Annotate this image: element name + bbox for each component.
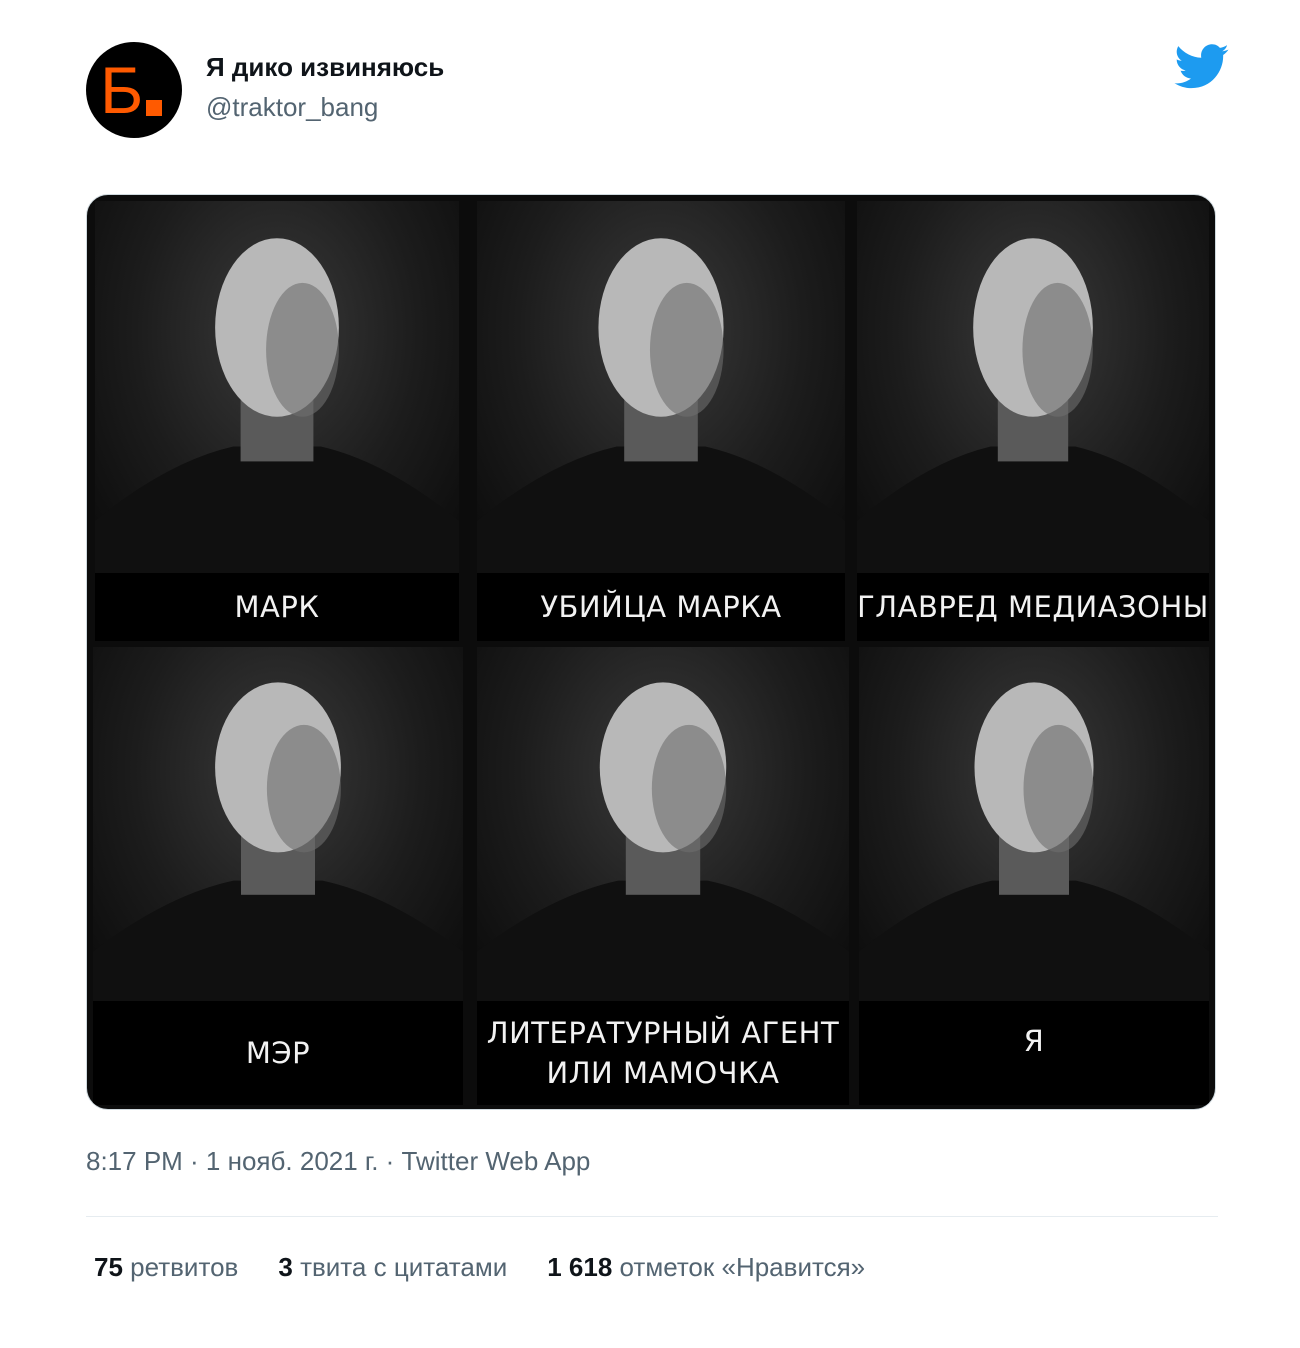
portrait-silhouette: [95, 238, 459, 573]
image-panel-6: Я: [859, 647, 1209, 1105]
tweet-timestamp-source[interactable]: 8:17 PM · 1 нояб. 2021 г. · Twitter Web …: [86, 1146, 590, 1177]
retweets-label: ретвитов: [130, 1252, 239, 1282]
image-panel-5: ЛИТЕРАТУРНЫЙ АГЕНТ ИЛИ МАМОЧКА: [477, 647, 849, 1105]
divider: [86, 1216, 1218, 1217]
panel-caption: ГЛАВРЕД МЕДИАЗОНЫ: [857, 590, 1209, 624]
panel-caption: МЭР: [245, 1036, 311, 1070]
twitter-bird-icon[interactable]: [1174, 44, 1230, 90]
panel-caption: Я: [1023, 1024, 1045, 1058]
image-panel-4: МЭР: [93, 647, 463, 1105]
portrait-silhouette: [477, 238, 845, 573]
portrait-photo: [477, 647, 849, 1001]
likes-stat[interactable]: 1 618 отметок «Нравится»: [547, 1252, 865, 1283]
image-panel-1: МАРК: [95, 201, 459, 641]
portrait-photo: [857, 201, 1209, 573]
tweet-stats: 75 ретвитов 3 твита с цитатами 1 618 отм…: [94, 1252, 865, 1283]
image-panel-3: ГЛАВРЕД МЕДИАЗОНЫ: [857, 201, 1209, 641]
retweets-stat[interactable]: 75 ретвитов: [94, 1252, 238, 1283]
portrait-silhouette: [857, 238, 1209, 573]
portrait-silhouette: [93, 682, 463, 1001]
avatar-logo-dot: [146, 100, 162, 116]
avatar-logo-letter: Б: [100, 53, 144, 127]
portrait-photo: [95, 201, 459, 573]
panel-caption: ЛИТЕРАТУРНЫЙ АГЕНТ ИЛИ МАМОЧКА: [486, 1016, 840, 1090]
author-handle[interactable]: @traktor_bang: [206, 92, 378, 123]
retweets-count: 75: [94, 1252, 123, 1282]
quotes-count: 3: [278, 1252, 293, 1282]
image-panel-2: УБИЙЦА МАРКА: [477, 201, 845, 641]
quotes-stat[interactable]: 3 твита с цитатами: [278, 1252, 507, 1283]
portrait-silhouette: [477, 682, 849, 1001]
quotes-label: твита с цитатами: [300, 1252, 508, 1282]
author-display-name[interactable]: Я дико извиняюсь: [206, 52, 444, 83]
portrait-photo: [93, 647, 463, 1001]
portrait-photo: [859, 647, 1209, 1001]
avatar[interactable]: Б: [86, 42, 182, 138]
panel-caption: МАРК: [234, 590, 320, 624]
panel-caption: УБИЙЦА МАРКА: [540, 590, 782, 624]
portrait-silhouette: [859, 682, 1209, 1001]
portrait-photo: [477, 201, 845, 573]
tweet-image-grid[interactable]: МАРК УБИЙЦА МАРКА ГЛАВРЕД МЕДИАЗОНЫ МЭР …: [86, 194, 1216, 1110]
likes-label: отметок «Нравится»: [619, 1252, 866, 1282]
likes-count: 1 618: [547, 1252, 613, 1282]
